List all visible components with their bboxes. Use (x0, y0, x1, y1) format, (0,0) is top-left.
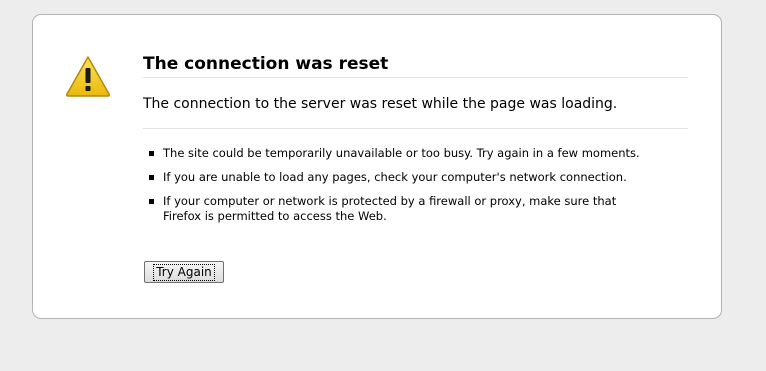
try-again-button[interactable]: Try Again (144, 261, 224, 283)
list-item: The site could be temporarily unavailabl… (143, 146, 643, 161)
list-item: If your computer or network is protected… (143, 194, 643, 224)
tip-text: If you are unable to load any pages, che… (163, 170, 627, 184)
warning-icon (65, 56, 111, 97)
try-again-label: Try Again (153, 264, 215, 281)
error-page-container: The connection was reset The connection … (32, 14, 722, 319)
bullet-icon (149, 175, 154, 180)
tip-text: The site could be temporarily unavailabl… (163, 146, 640, 160)
error-content: The connection was reset The connection … (143, 53, 688, 233)
bullet-icon (149, 151, 154, 156)
tip-text: If your computer or network is protected… (163, 194, 617, 223)
page-title: The connection was reset (143, 53, 688, 78)
list-item: If you are unable to load any pages, che… (143, 170, 643, 185)
tips-list: The site could be temporarily unavailabl… (143, 146, 688, 224)
bullet-icon (149, 199, 154, 204)
error-description: The connection to the server was reset w… (143, 95, 688, 129)
